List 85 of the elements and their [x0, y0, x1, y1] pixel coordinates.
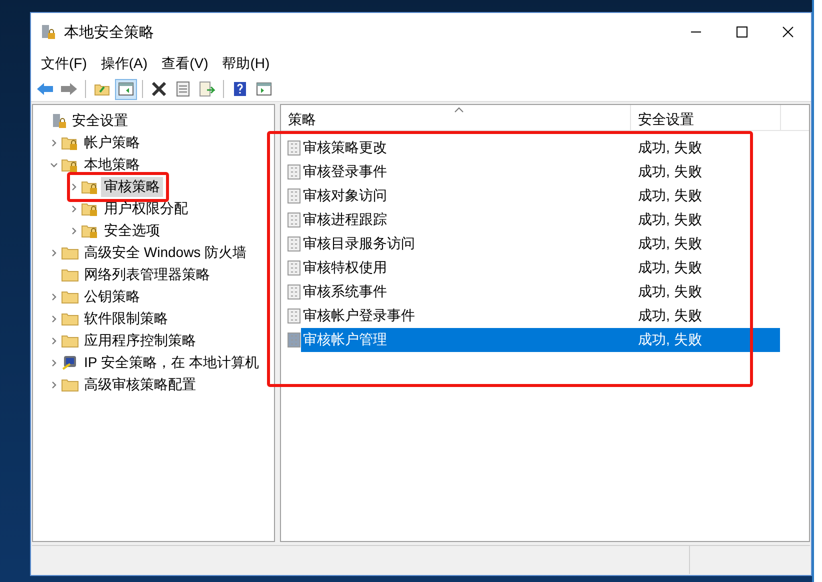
- tree-item[interactable]: IP 安全策略，在 本地计算机: [81, 353, 262, 373]
- locked-folder-icon: [81, 223, 99, 239]
- chevron-right-icon[interactable]: [50, 381, 58, 389]
- column-header[interactable]: 策略: [281, 105, 631, 130]
- export-list-icon: [199, 81, 215, 97]
- setting-cell-text: 成功, 失败: [638, 138, 703, 157]
- tree-item[interactable]: 帐户策略: [81, 133, 143, 153]
- window-title: 本地安全策略: [64, 22, 155, 42]
- locked-folder-icon: [61, 157, 79, 173]
- menu-item[interactable]: 文件(F): [34, 52, 94, 76]
- policy-icon: [287, 164, 301, 180]
- folder-icon: [61, 245, 79, 261]
- folder-icon: [61, 289, 79, 305]
- policy-icon: [287, 212, 301, 228]
- tree-item[interactable]: 公钥策略: [81, 287, 143, 307]
- menu-item[interactable]: 操作(A): [94, 52, 155, 76]
- tree-item[interactable]: 应用程序控制策略: [81, 331, 199, 351]
- folder-icon: [61, 333, 79, 349]
- chevron-right-icon[interactable]: [50, 139, 58, 147]
- help-icon: [233, 81, 247, 97]
- setting-cell-text: 成功, 失败: [638, 186, 703, 205]
- policy-icon: [287, 236, 301, 252]
- tree-item[interactable]: 本地策略: [81, 155, 143, 175]
- policy-cell[interactable]: 审核策略更改: [301, 136, 638, 160]
- tree-item[interactable]: 高级安全 Windows 防火墙: [81, 243, 250, 263]
- chevron-down-icon[interactable]: [50, 161, 58, 169]
- policy-cell[interactable]: 审核特权使用: [301, 256, 638, 280]
- action-pane-icon: [256, 82, 272, 96]
- tree-pane-icon: [118, 82, 134, 96]
- tree-item[interactable]: 软件限制策略: [81, 309, 171, 329]
- policy-icon: [287, 188, 301, 204]
- close-icon: [782, 26, 794, 38]
- delete-icon: [151, 82, 167, 96]
- chevron-right-icon[interactable]: [70, 183, 78, 191]
- setting-cell-text: 成功, 失败: [638, 234, 703, 253]
- locked-folder-icon: [81, 201, 99, 217]
- policy-icon: [287, 260, 301, 276]
- folder-icon: [61, 311, 79, 327]
- tree-item[interactable]: 审核策略: [101, 177, 163, 197]
- policy-icon: [287, 140, 301, 156]
- chevron-right-icon[interactable]: [50, 293, 58, 301]
- policy-cell[interactable]: 审核登录事件: [301, 160, 638, 184]
- setting-cell-text: 成功, 失败: [638, 162, 703, 181]
- folder-icon: [61, 267, 79, 283]
- chevron-right-icon[interactable]: [70, 227, 78, 235]
- folder-icon: [61, 377, 79, 393]
- chevron-right-icon[interactable]: [50, 315, 58, 323]
- policy-cell[interactable]: 审核进程跟踪: [301, 208, 638, 232]
- locked-folder-icon: [61, 135, 79, 151]
- policy-cell[interactable]: 审核对象访问: [301, 184, 638, 208]
- policy-selected-icon: [287, 332, 301, 348]
- chevron-right-icon[interactable]: [70, 205, 78, 213]
- setting-cell-text: 成功, 失败: [638, 282, 703, 301]
- tree-item[interactable]: 网络列表管理器策略: [81, 265, 213, 285]
- column-header[interactable]: 安全设置: [631, 105, 781, 130]
- policy-cell[interactable]: 审核帐户管理: [301, 328, 638, 352]
- folder-up-icon: [94, 82, 110, 96]
- monitor-key-icon: [61, 355, 79, 371]
- chevron-right-icon[interactable]: [50, 359, 58, 367]
- setting-cell-text: 成功, 失败: [638, 258, 703, 277]
- back-arrow-icon: [36, 82, 54, 96]
- chevron-right-icon[interactable]: [50, 249, 58, 257]
- policy-icon: [287, 284, 301, 300]
- sort-ascending-icon: [454, 107, 464, 113]
- forward-arrow-icon: [60, 82, 78, 96]
- policy-cell[interactable]: 审核目录服务访问: [301, 232, 638, 256]
- server-lock-icon: [51, 113, 67, 129]
- tree-item[interactable]: 高级审核策略配置: [81, 375, 199, 395]
- server-lock-icon: [40, 24, 56, 40]
- policy-cell[interactable]: 审核系统事件: [301, 280, 638, 304]
- setting-cell: 成功, 失败: [638, 328, 780, 352]
- maximize-icon: [736, 26, 748, 38]
- locked-folder-icon: [81, 179, 99, 195]
- tree-item[interactable]: 用户权限分配: [101, 199, 191, 219]
- menu-item[interactable]: 查看(V): [154, 52, 216, 76]
- properties-icon: [176, 81, 190, 97]
- menu-item[interactable]: 帮助(H): [215, 52, 277, 76]
- chevron-right-icon[interactable]: [50, 337, 58, 345]
- policy-cell[interactable]: 审核帐户登录事件: [301, 304, 638, 328]
- tree-item[interactable]: 安全设置: [69, 111, 131, 131]
- tree-button[interactable]: [115, 78, 137, 100]
- setting-cell-text: 成功, 失败: [638, 306, 703, 325]
- tree-item[interactable]: 安全选项: [101, 221, 163, 241]
- policy-icon: [287, 308, 301, 324]
- setting-cell-text: 成功, 失败: [638, 210, 703, 229]
